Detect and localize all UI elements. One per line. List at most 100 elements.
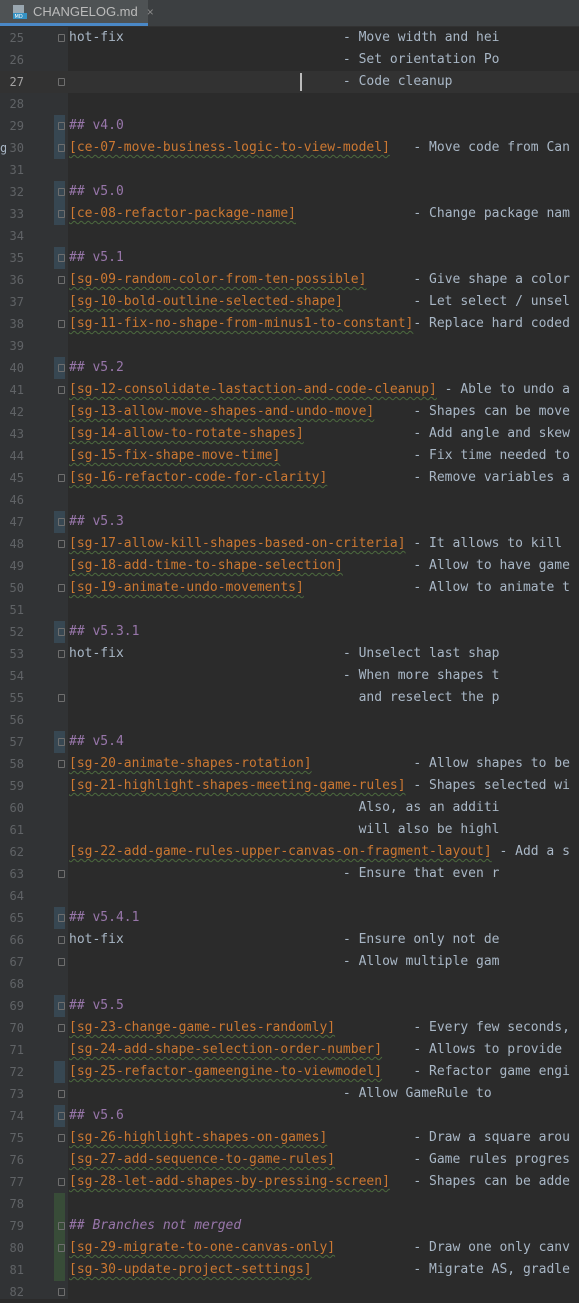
code-line[interactable]: 47 ## v5.3 [0,511,579,533]
code-line[interactable]: 29 ## v4.0 [0,115,579,137]
branch-link[interactable]: [sg-16-refactor-code-for-clarity] [69,470,327,485]
fold-toggle-icon[interactable] [58,188,65,196]
code-line[interactable]: 37 [sg-10-bold-outline-selected-shape] - … [0,291,579,313]
fold-toggle-icon[interactable] [58,1090,65,1098]
code-line[interactable]: 55 and reselect the p [0,687,579,709]
code-line[interactable]: 74 ## v5.6 [0,1105,579,1127]
code-line[interactable]: 51 [0,599,579,621]
code-line[interactable]: 72 [sg-25-refactor-gameengine-to-viewmode… [0,1061,579,1083]
fold-toggle-icon[interactable] [58,144,65,152]
branch-link[interactable]: [sg-29-migrate-to-one-canvas-only] [69,1240,335,1255]
code-line[interactable]: 63 - Ensure that even r [0,863,579,885]
fold-toggle-icon[interactable] [58,694,65,702]
code-line[interactable]: 81 [sg-30-update-project-settings] - Migr… [0,1259,579,1281]
code-line[interactable]: 30 g [ce-07-move-business-logic-to-view-mo… [0,137,579,159]
code-line[interactable]: 76 [sg-27-add-sequence-to-game-rules] - G… [0,1149,579,1171]
branch-link[interactable]: [sg-11-fix-no-shape-from-minus1-to-const… [69,316,413,331]
branch-link[interactable]: [sg-22-add-game-rules-upper-canvas-on-fr… [69,844,492,859]
fold-toggle-icon[interactable] [58,210,65,218]
code-line[interactable]: 43 [sg-14-allow-to-rotate-shapes] - Add a… [0,423,579,445]
code-line[interactable]: 48 [sg-17-allow-kill-shapes-based-on-crit… [0,533,579,555]
code-line[interactable]: 41 [sg-12-consolidate-lastaction-and-code… [0,379,579,401]
branch-link[interactable]: [sg-14-allow-to-rotate-shapes] [69,426,304,441]
branch-link[interactable]: [sg-26-highlight-shapes-on-games] [69,1130,327,1145]
fold-toggle-icon[interactable] [58,1134,65,1142]
branch-link[interactable]: [sg-30-update-project-settings] [69,1262,312,1277]
code-line[interactable]: 27 - Code cleanup [0,71,579,93]
code-line[interactable]: 52 ## v5.3.1 [0,621,579,643]
code-line[interactable]: 34 [0,225,579,247]
fold-toggle-icon[interactable] [58,540,65,548]
fold-toggle-icon[interactable] [58,1024,65,1032]
code-line[interactable]: 64 [0,885,579,907]
fold-toggle-icon[interactable] [58,364,65,372]
code-line[interactable]: 80 [sg-29-migrate-to-one-canvas-only] - D… [0,1237,579,1259]
code-line[interactable]: 39 [0,335,579,357]
code-line[interactable]: 25 hot-fix - Move width and hei [0,27,579,49]
code-line[interactable]: 46 [0,489,579,511]
code-line[interactable]: 69 ## v5.5 [0,995,579,1017]
fold-toggle-icon[interactable] [58,914,65,922]
code-line[interactable]: 82 [0,1281,579,1303]
fold-toggle-icon[interactable] [58,1112,65,1120]
fold-toggle-icon[interactable] [58,1288,65,1296]
branch-link[interactable]: [sg-19-animate-undo-movements] [69,580,304,595]
branch-link[interactable]: [sg-09-random-color-from-ten-possible] [69,272,366,287]
close-icon[interactable]: × [147,5,154,19]
code-line[interactable]: 38 [sg-11-fix-no-shape-from-minus1-to-con… [0,313,579,335]
fold-toggle-icon[interactable] [58,738,65,746]
fold-toggle-icon[interactable] [58,760,65,768]
fold-toggle-icon[interactable] [58,958,65,966]
fold-toggle-icon[interactable] [58,650,65,658]
code-line[interactable]: 42 [sg-13-allow-move-shapes-and-undo-move… [0,401,579,423]
fold-toggle-icon[interactable] [58,78,65,86]
code-line[interactable]: 62 [sg-22-add-game-rules-upper-canvas-on-… [0,841,579,863]
fold-toggle-icon[interactable] [58,474,65,482]
fold-toggle-icon[interactable] [58,34,65,42]
code-line[interactable]: 35 ## v5.1 [0,247,579,269]
branch-link[interactable]: [ce-07-move-business-logic-to-view-model… [69,140,390,155]
code-line[interactable]: 58 [sg-20-animate-shapes-rotation] - Allo… [0,753,579,775]
vcs-change-marker[interactable] [54,1061,65,1083]
branch-link[interactable]: [sg-21-highlight-shapes-meeting-game-rul… [69,778,406,793]
fold-toggle-icon[interactable] [58,936,65,944]
code-line[interactable]: 49 [sg-18-add-time-to-shape-selection] - … [0,555,579,577]
fold-toggle-icon[interactable] [58,518,65,526]
code-line[interactable]: 40 ## v5.2 [0,357,579,379]
branch-link[interactable]: [ce-08-refactor-package-name] [69,206,296,221]
branch-link[interactable]: [sg-23-change-game-rules-randomly] [69,1020,335,1035]
branch-link[interactable]: [sg-13-allow-move-shapes-and-undo-move] [69,404,374,419]
code-line[interactable]: 71 [sg-24-add-shape-selection-order-numbe… [0,1039,579,1061]
fold-toggle-icon[interactable] [58,1244,65,1252]
branch-link[interactable]: [sg-28-let-add-shapes-by-pressing-screen… [69,1174,390,1189]
code-line[interactable]: 61 will also be highl [0,819,579,841]
code-line[interactable]: 33 [ce-08-refactor-package-name] - Change… [0,203,579,225]
branch-link[interactable]: [sg-12-consolidate-lastaction-and-code-c… [69,382,437,397]
branch-link[interactable]: [sg-17-allow-kill-shapes-based-on-criter… [69,536,406,551]
code-line[interactable]: 56 [0,709,579,731]
code-line[interactable]: 67 - Allow multiple gam [0,951,579,973]
fold-toggle-icon[interactable] [58,386,65,394]
code-line[interactable]: 77 [sg-28-let-add-shapes-by-pressing-scre… [0,1171,579,1193]
code-line[interactable]: 31 [0,159,579,181]
branch-link[interactable]: [sg-20-animate-shapes-rotation] [69,756,312,771]
code-line[interactable]: 79 ## Branches not merged [0,1215,579,1237]
fold-toggle-icon[interactable] [58,276,65,284]
code-line[interactable]: 32 ## v5.0 [0,181,579,203]
code-line[interactable]: 44 [sg-15-fix-shape-move-time] - Fix time… [0,445,579,467]
code-line[interactable]: 53 hot-fix - Unselect last shap [0,643,579,665]
fold-toggle-icon[interactable] [58,1222,65,1230]
code-line[interactable]: 60 Also, as an additi [0,797,579,819]
fold-toggle-icon[interactable] [58,254,65,262]
code-line[interactable]: 65 ## v5.4.1 [0,907,579,929]
fold-toggle-icon[interactable] [58,870,65,878]
fold-toggle-icon[interactable] [58,122,65,130]
fold-toggle-icon[interactable] [58,628,65,636]
branch-link[interactable]: [sg-25-refactor-gameengine-to-viewmodel] [69,1064,382,1079]
branch-link[interactable]: [sg-18-add-time-to-shape-selection] [69,558,343,573]
code-line[interactable]: 36 [sg-09-random-color-from-ten-possible]… [0,269,579,291]
code-line[interactable]: 54 - When more shapes t [0,665,579,687]
branch-link[interactable]: [sg-15-fix-shape-move-time] [69,448,280,463]
fold-toggle-icon[interactable] [58,320,65,328]
branch-link[interactable]: [sg-27-add-sequence-to-game-rules] [69,1152,335,1167]
